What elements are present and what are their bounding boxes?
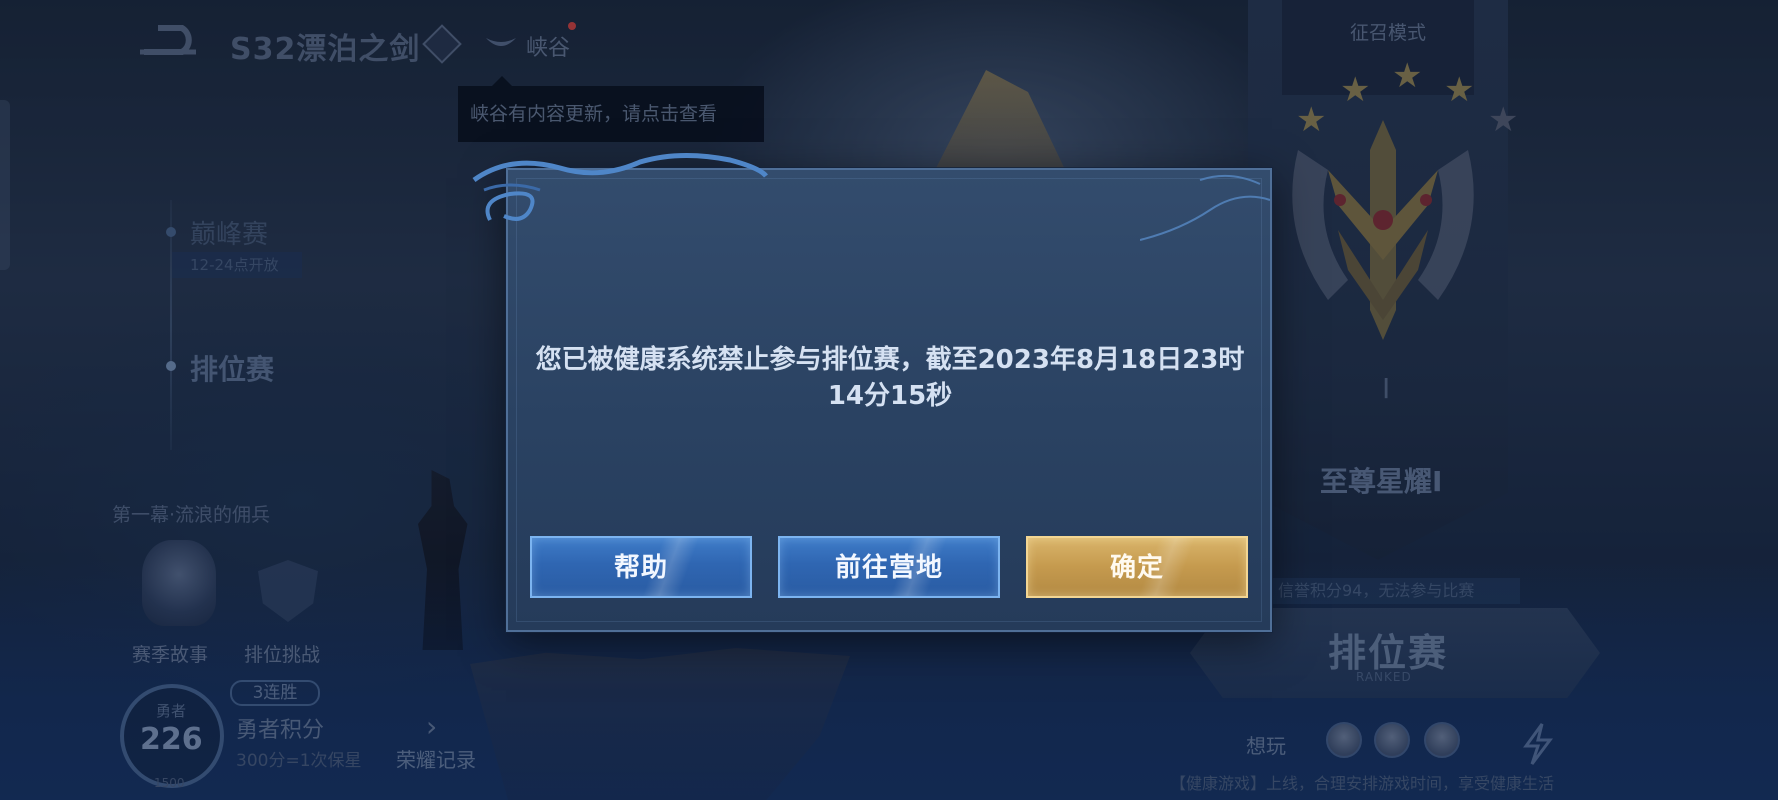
cloud-swirl-decoration xyxy=(472,153,768,221)
go-to-camp-button[interactable]: 前往营地 xyxy=(778,536,1000,598)
help-button-label: 帮助 xyxy=(613,553,668,583)
cloud-swirl-decoration xyxy=(1140,174,1271,241)
confirm-button[interactable]: 确定 xyxy=(1026,536,1248,598)
help-button[interactable]: 帮助 xyxy=(530,536,752,598)
ban-message: 您已被健康系统禁止参与排位赛，截至2023年8月18日23时14分15秒 xyxy=(535,345,1245,411)
confirm-button-label: 确定 xyxy=(1109,553,1164,583)
go-to-camp-button-label: 前往营地 xyxy=(834,553,943,583)
